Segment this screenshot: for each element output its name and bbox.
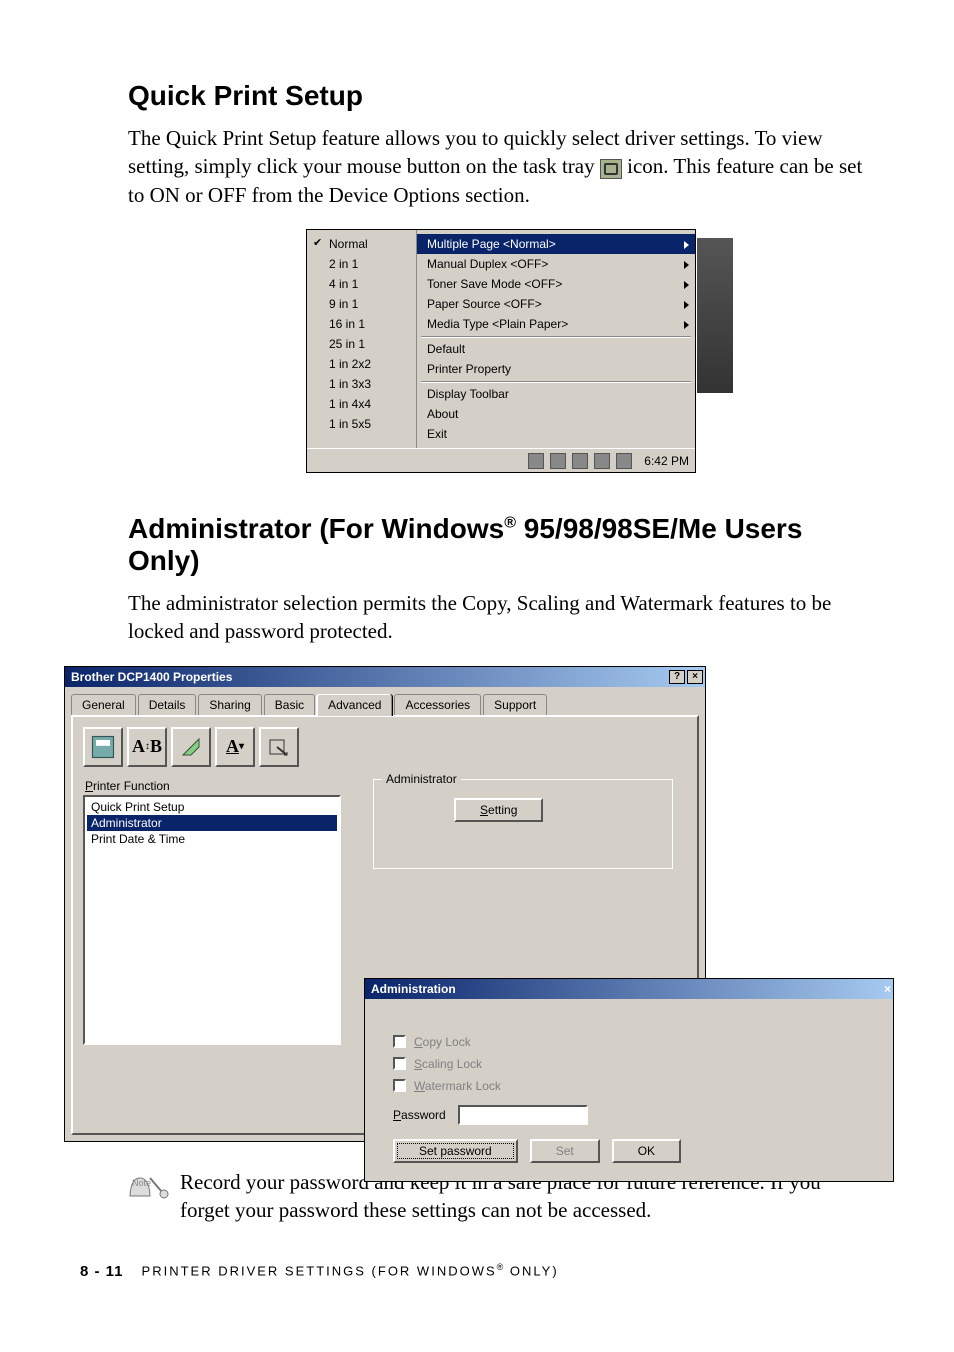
heading-administrator: Administrator (For Windows® 95/98/98SE/M… (128, 513, 874, 577)
menu-item[interactable]: 9 in 1 (307, 294, 416, 314)
paragraph-qps: The Quick Print Setup feature allows you… (128, 124, 874, 209)
help-button[interactable]: ? (669, 670, 685, 684)
list-item[interactable]: Print Date & Time (87, 831, 337, 847)
tray-icon[interactable] (594, 453, 610, 469)
menu-item[interactable]: Printer Property (417, 359, 695, 379)
tray-icon[interactable] (572, 453, 588, 469)
menu-item[interactable]: Manual Duplex <OFF> (417, 254, 695, 274)
tray-icon[interactable] (528, 453, 544, 469)
taskbar-tray: 6:42 PM (307, 448, 695, 472)
close-button[interactable]: × (687, 670, 703, 684)
chapter-title: PRINTER DRIVER SETTINGS (FOR WINDOWS® ON… (142, 1262, 559, 1278)
copy-lock-checkbox[interactable]: Copy Lock Copy Lock (393, 1035, 865, 1049)
toolbar-icon-2[interactable]: A↕B (127, 727, 167, 767)
toolbar-icon-5[interactable] (259, 727, 299, 767)
menu-item[interactable]: Default (417, 339, 695, 359)
tab-sharing[interactable]: Sharing (198, 694, 261, 716)
registered-mark: ® (504, 515, 516, 532)
tray-clock: 6:42 PM (638, 454, 689, 468)
tray-printer-icon[interactable] (616, 453, 632, 469)
text: ONLY) (504, 1264, 558, 1279)
tab-advanced[interactable]: Advanced (317, 694, 392, 716)
menu-item[interactable]: 16 in 1 (307, 314, 416, 334)
checkbox-label: Watermark Lock (414, 1079, 501, 1093)
scaling-lock-checkbox[interactable]: Scaling Lock Scaling Lock (393, 1057, 865, 1071)
separator (421, 336, 691, 337)
note-icon: Note (128, 1168, 170, 1204)
window-title: Administration (371, 982, 456, 996)
toolbar-icon-1[interactable] (83, 727, 123, 767)
toolbar-icon-4[interactable]: A▾ (215, 727, 255, 767)
menu-item[interactable]: Exit (417, 424, 695, 444)
menu-item[interactable]: 25 in 1 (307, 334, 416, 354)
checkbox-icon (393, 1035, 406, 1048)
menu-item[interactable]: 1 in 3x3 (307, 374, 416, 394)
menu-item[interactable]: Normal (307, 234, 416, 254)
tray-icon[interactable] (550, 453, 566, 469)
tab-accessories[interactable]: Accessories (394, 694, 481, 716)
tab-general[interactable]: General (71, 694, 136, 716)
menu-item[interactable]: Toner Save Mode <OFF> (417, 274, 695, 294)
set-password-button[interactable]: Set password (393, 1139, 518, 1163)
menu-item[interactable]: 1 in 4x4 (307, 394, 416, 414)
quick-print-menu: Normal 2 in 1 4 in 1 9 in 1 16 in 1 25 i… (306, 229, 696, 473)
qps-right-list: Multiple Page <Normal> Manual Duplex <OF… (417, 230, 695, 448)
watermark-lock-checkbox[interactable]: Watermark Lock Watermark Lock (393, 1079, 865, 1093)
checkbox-icon (393, 1079, 406, 1092)
menu-item[interactable]: Multiple Page <Normal> (417, 234, 695, 254)
list-item[interactable]: Quick Print Setup (87, 799, 337, 815)
tab-details[interactable]: Details (138, 694, 197, 716)
window-title: Brother DCP1400 Properties (71, 670, 232, 684)
setting-button[interactable]: Setting (454, 798, 543, 822)
printer-function-list[interactable]: Quick Print Setup Administrator Print Da… (83, 795, 341, 1045)
password-label: Password (393, 1108, 446, 1122)
close-button[interactable]: × (884, 982, 891, 996)
qps-left-list: Normal 2 in 1 4 in 1 9 in 1 16 in 1 25 i… (307, 230, 417, 448)
checkbox-label: Scaling Lock (414, 1057, 482, 1071)
menu-item[interactable]: Paper Source <OFF> (417, 294, 695, 314)
menu-item[interactable]: 4 in 1 (307, 274, 416, 294)
ok-button[interactable]: OK (612, 1139, 681, 1163)
heading-quick-print-setup: Quick Print Setup (128, 80, 874, 112)
menu-item[interactable]: Media Type <Plain Paper> (417, 314, 695, 334)
separator (421, 381, 691, 382)
group-title: Administrator (382, 772, 461, 786)
paragraph-admin: The administrator selection permits the … (128, 589, 874, 646)
text: PRINTER DRIVER SETTINGS (FOR WINDOWS (142, 1264, 497, 1279)
page-number: 8 - 11 (80, 1263, 124, 1280)
checkbox-icon (393, 1057, 406, 1070)
tab-basic[interactable]: Basic (264, 694, 315, 716)
note-badge-text: Note (132, 1178, 151, 1188)
checkbox-label: Copy Lock (414, 1035, 471, 1049)
titlebar: Brother DCP1400 Properties ? × (65, 667, 705, 687)
menu-item[interactable]: 2 in 1 (307, 254, 416, 274)
menu-item[interactable]: Display Toolbar (417, 384, 695, 404)
tab-bar: General Details Sharing Basic Advanced A… (65, 687, 705, 715)
menu-item[interactable]: 1 in 2x2 (307, 354, 416, 374)
toolbar-icon-3[interactable] (171, 727, 211, 767)
administrator-group: Administrator Setting Setting (373, 779, 673, 869)
tray-printer-icon (600, 159, 622, 179)
list-item[interactable]: Administrator (87, 815, 337, 831)
titlebar: Administration × (365, 979, 893, 999)
set-button[interactable]: Set (530, 1139, 600, 1163)
menu-item[interactable]: 1 in 5x5 (307, 414, 416, 434)
page-footer: 8 - 11 PRINTER DRIVER SETTINGS (FOR WIND… (80, 1262, 874, 1279)
password-field[interactable] (458, 1105, 588, 1125)
administration-dialog: Administration × Copy Lock Copy Lock Sca… (364, 978, 894, 1182)
text: Administrator (For Windows (128, 513, 504, 544)
menu-item[interactable]: About (417, 404, 695, 424)
tab-support[interactable]: Support (483, 694, 547, 716)
